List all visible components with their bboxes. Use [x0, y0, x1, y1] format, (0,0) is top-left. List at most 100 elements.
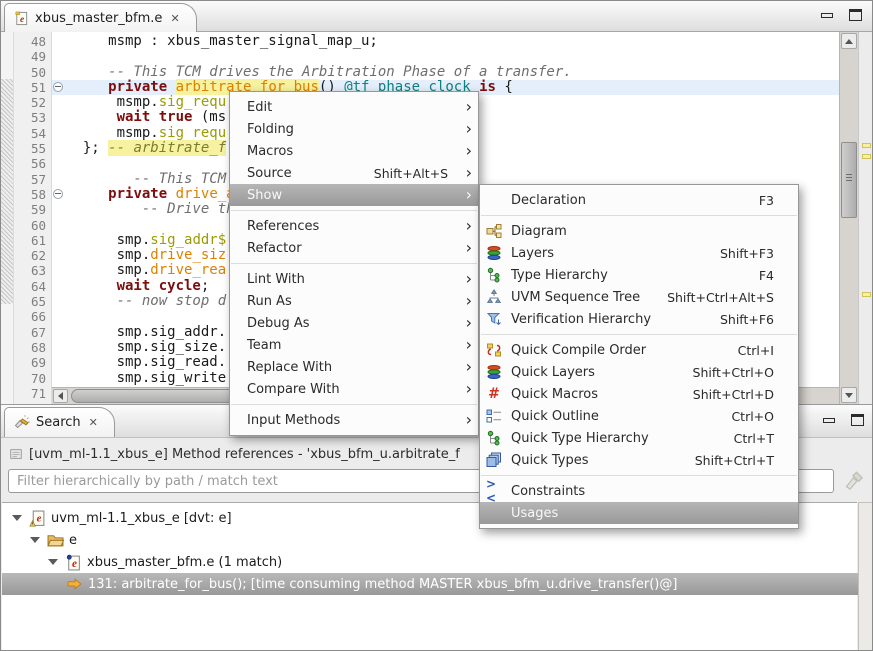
tree-scrollbar[interactable] [858, 502, 873, 651]
maximize-icon[interactable] [849, 9, 862, 21]
tree-row-label: xbus_master_bfm.e (1 match) [87, 555, 282, 570]
menu-item-quick-types[interactable]: Quick TypesShift+Ctrl+T [480, 449, 798, 471]
menu-item-quick-macros[interactable]: #Quick MacrosShift+Ctrl+D [480, 383, 798, 405]
submenu-arrow-icon: › [460, 189, 472, 201]
search-tab[interactable]: Search ✕ [4, 407, 115, 437]
menu-item-label: Run As [247, 294, 448, 309]
menu-item-run-as[interactable]: Run As› [230, 290, 478, 312]
svg-text:e: e [20, 15, 24, 25]
tree-row-131-arbitrate-for-bus[interactable]: 131: arbitrate_for_bus(); [time consumin… [2, 573, 873, 595]
search-minimize-icon[interactable] [823, 418, 835, 423]
match-arrow-icon [66, 576, 83, 593]
project-e-icon: e [29, 510, 46, 527]
menu-item-quick-compile-order[interactable]: Quick Compile OrderCtrl+I [480, 339, 798, 361]
code-line-50[interactable]: -- This TCM drives the Arbitration Phase… [52, 65, 839, 80]
occurrence-marker[interactable] [862, 143, 871, 148]
menu-item-constraints[interactable]: ><Constraints [480, 480, 798, 502]
tree-row-label: 131: arbitrate_for_bus(); [time consumin… [88, 577, 677, 592]
menu-separator [481, 215, 797, 216]
overview-ruler[interactable] [858, 32, 873, 404]
menu-item-label: Source [247, 166, 374, 181]
occurrence-marker[interactable] [862, 292, 871, 297]
menu-item-label: Show [247, 188, 448, 203]
menu-item-team[interactable]: Team› [230, 334, 478, 356]
menu-item-declaration[interactable]: DeclarationF3 [480, 189, 798, 211]
menu-item-diagram[interactable]: Diagram [480, 220, 798, 242]
editor-vertical-scrollbar[interactable] [839, 32, 858, 404]
vertical-scroll-thumb[interactable] [841, 142, 857, 218]
editor-tab-close-icon[interactable]: ✕ [170, 12, 179, 25]
line-number: 63 [14, 263, 51, 278]
layers-icon [486, 364, 502, 380]
menu-item-label: Folding [247, 122, 448, 137]
submenu-arrow-icon: › [460, 220, 472, 232]
menu-item-verification-hierarchy[interactable]: Verification HierarchyShift+F6 [480, 308, 798, 330]
line-number: 59 [14, 202, 51, 217]
tree-row-uvm-ml-1-1-xbus-e-dvt[interactable]: euvm_ml-1.1_xbus_e [dvt: e] [12, 507, 232, 529]
svg-text:e: e [37, 513, 42, 524]
menu-separator [231, 404, 477, 405]
code-line-49[interactable] [52, 49, 839, 64]
submenu-arrow-icon: › [460, 167, 472, 179]
code-line-48[interactable]: msmp : xbus_master_signal_map_u; [52, 34, 839, 49]
scroll-up-icon[interactable] [841, 33, 857, 49]
menu-item-lint-with[interactable]: Lint With› [230, 268, 478, 290]
minimize-icon[interactable] [821, 13, 833, 18]
menu-item-edit[interactable]: Edit› [230, 96, 478, 118]
editor-context-menu: Edit›Folding›Macros›SourceShift+Alt+S›Sh… [229, 91, 479, 436]
scroll-left-icon[interactable] [53, 389, 68, 403]
clear-filter-icon[interactable] [844, 471, 864, 491]
menu-item-label: Input Methods [247, 413, 448, 428]
menu-item-shortcut: Shift+Ctrl+D [693, 387, 774, 402]
menu-item-replace-with[interactable]: Replace With› [230, 356, 478, 378]
menu-item-references[interactable]: References› [230, 215, 478, 237]
occurrence-marker[interactable] [862, 154, 871, 159]
menu-item-shortcut: Shift+Alt+S [374, 166, 448, 181]
tree-row-xbus-master-bfm-e-1-m[interactable]: exbus_master_bfm.e (1 match) [48, 551, 282, 573]
expander-icon[interactable] [48, 559, 58, 565]
line-number: 69 [14, 355, 51, 370]
menu-item-shortcut: Shift+F3 [720, 246, 774, 261]
menu-item-type-hierarchy[interactable]: Type HierarchyF4 [480, 264, 798, 286]
menu-item-usages[interactable]: Usages [480, 502, 798, 524]
menu-item-shortcut: F3 [759, 193, 774, 208]
line-number: 56 [14, 156, 51, 171]
folder-icon [47, 532, 64, 549]
menu-item-label: Quick Macros [511, 387, 693, 402]
tree-row-e[interactable]: e [30, 529, 77, 551]
menu-item-label: Verification Hierarchy [511, 312, 720, 327]
fold-minus-icon[interactable] [53, 189, 63, 199]
line-number-gutter[interactable]: 4849505152535455565758596061626364656667… [14, 32, 52, 404]
fold-minus-icon[interactable] [53, 82, 63, 92]
menu-item-source[interactable]: SourceShift+Alt+S › [230, 162, 478, 184]
search-maximize-icon[interactable] [851, 414, 864, 426]
search-tab-close-icon[interactable]: ✕ [89, 416, 98, 429]
quick-outline-icon [486, 408, 502, 424]
line-number: 52 [14, 95, 51, 110]
editor-tab[interactable]: e xbus_master_bfm.e ✕ [4, 3, 197, 33]
menu-item-uvm-sequence-tree[interactable]: UVM Sequence TreeShift+Ctrl+Alt+S [480, 286, 798, 308]
menu-item-quick-outline[interactable]: Quick OutlineCtrl+O [480, 405, 798, 427]
menu-item-layers[interactable]: LayersShift+F3 [480, 242, 798, 264]
menu-item-refactor[interactable]: Refactor› [230, 237, 478, 259]
menu-item-debug-as[interactable]: Debug As› [230, 312, 478, 334]
menu-item-folding[interactable]: Folding› [230, 118, 478, 140]
menu-item-show[interactable]: Show › [230, 184, 478, 206]
menu-item-quick-layers[interactable]: Quick LayersShift+Ctrl+O [480, 361, 798, 383]
line-number: 68 [14, 340, 51, 355]
uvm-sequence-tree-icon [486, 289, 502, 305]
menu-item-macros[interactable]: Macros› [230, 140, 478, 162]
line-number: 49 [14, 49, 51, 64]
menu-item-compare-with[interactable]: Compare With› [230, 378, 478, 400]
annotation-ruler[interactable] [1, 32, 14, 404]
menu-item-label: Quick Type Hierarchy [511, 431, 734, 446]
menu-item-label: Quick Compile Order [511, 343, 738, 358]
menu-item-label: Edit [247, 100, 448, 115]
menu-item-quick-type-hierarchy[interactable]: Quick Type HierarchyCtrl+T [480, 427, 798, 449]
search-flashlight-icon [14, 415, 30, 431]
scroll-down-icon[interactable] [841, 387, 857, 403]
menu-item-input-methods[interactable]: Input Methods› [230, 409, 478, 431]
expander-icon[interactable] [30, 537, 40, 543]
expander-icon[interactable] [12, 515, 22, 521]
line-number: 57 [14, 172, 51, 187]
